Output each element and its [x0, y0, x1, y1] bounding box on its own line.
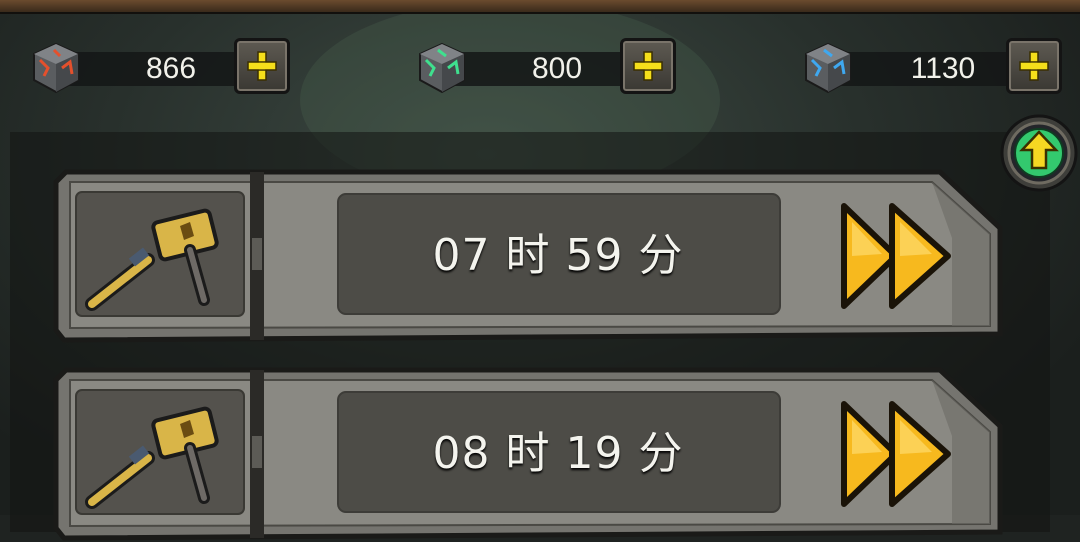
add-resource-button[interactable] — [1006, 38, 1062, 94]
add-resource-button[interactable] — [234, 38, 290, 94]
resource-amount: 866 — [145, 52, 197, 85]
blue-ore-cube-icon — [805, 42, 851, 94]
fast-forward-icon[interactable] — [838, 396, 958, 512]
top-frame — [0, 0, 1080, 14]
green-ore-cube-icon — [419, 42, 465, 94]
fast-forward-icon[interactable] — [838, 198, 958, 314]
resource-amount: 1130 — [910, 52, 976, 85]
hammer-icon — [85, 208, 219, 311]
forge-queue-item: 08 时 19 分 — [52, 366, 1014, 542]
red-ore-cube-icon — [33, 42, 79, 94]
resource-amount: 800 — [531, 52, 583, 85]
hammer-icon — [85, 406, 219, 509]
plus-icon — [1019, 51, 1049, 81]
forge-queue-item: 07 时 59 分 — [52, 168, 1014, 344]
add-resource-button[interactable] — [620, 38, 676, 94]
plus-icon — [633, 51, 663, 81]
plus-icon — [247, 51, 277, 81]
